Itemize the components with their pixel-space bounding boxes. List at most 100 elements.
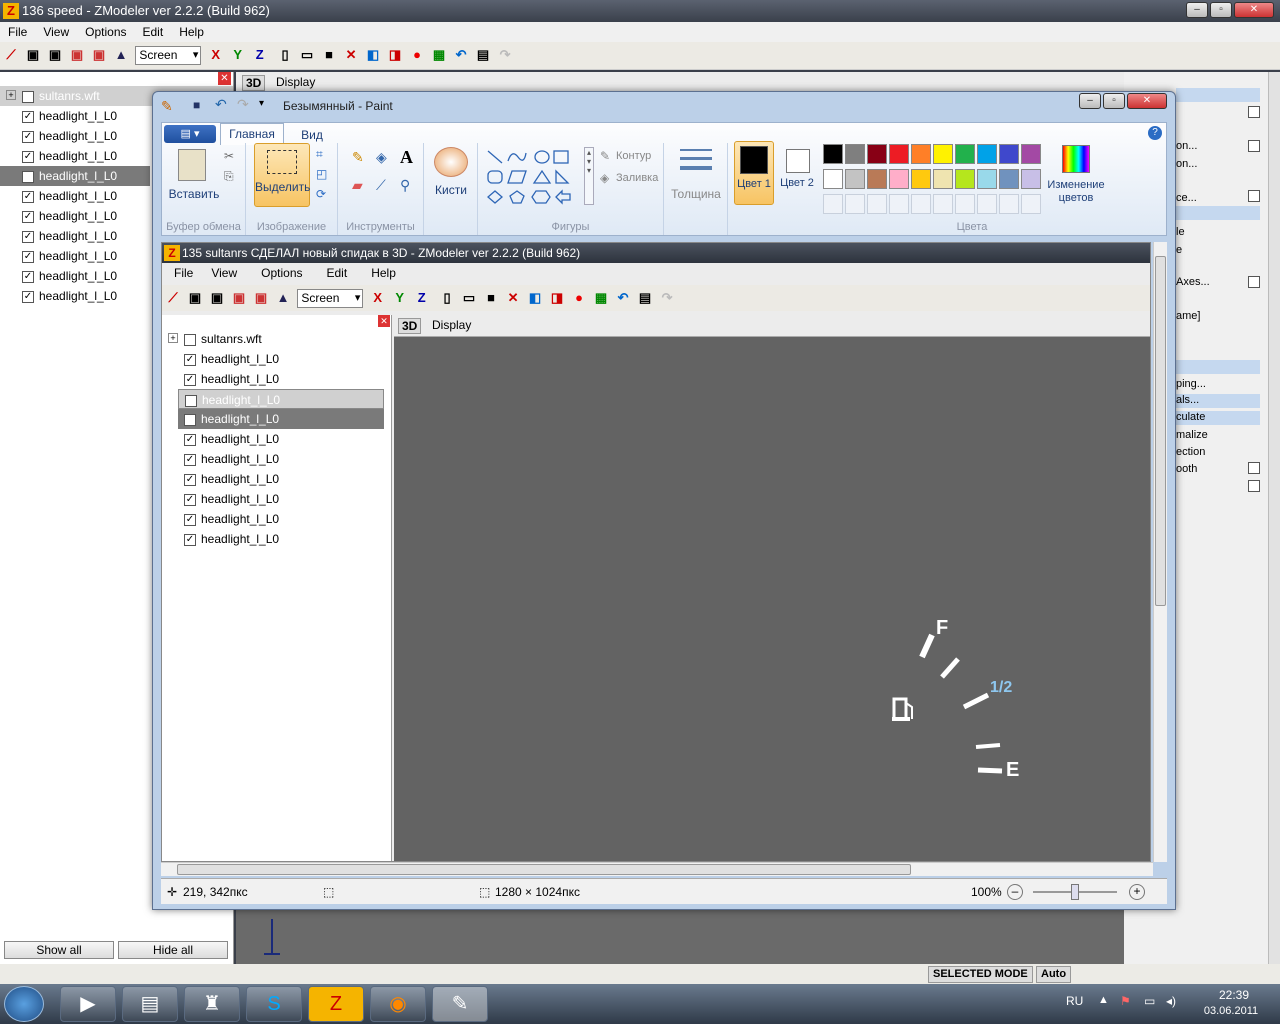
close-panel-icon[interactable]: ✕ (378, 315, 390, 327)
select-button[interactable]: Выделить (254, 143, 310, 207)
media-player-icon[interactable]: ▶ (60, 986, 116, 1022)
color-swatch[interactable] (823, 144, 843, 164)
tree-item[interactable]: ✓ headlight_l_L0 (162, 509, 391, 529)
tree-item-selected[interactable]: ✓ headlight_l_L0 (178, 409, 384, 429)
color-swatch[interactable] (845, 194, 865, 214)
checkbox[interactable] (1248, 190, 1260, 202)
inner-screen-select[interactable]: Screen (297, 289, 364, 308)
color-swatch[interactable] (889, 144, 909, 164)
resize-icon[interactable]: ◰ (316, 167, 327, 181)
tab-home[interactable]: Главная (220, 123, 284, 145)
color1-button[interactable]: Цвет 1 (734, 141, 774, 205)
cut-icon[interactable]: ✂ (224, 149, 234, 163)
start-button[interactable] (4, 986, 44, 1022)
skype-icon[interactable]: S (246, 986, 302, 1022)
checkbox[interactable]: ✓ (184, 493, 196, 506)
shapes-gallery-icon[interactable] (484, 147, 580, 209)
checkbox[interactable]: ✓ (184, 453, 196, 466)
render-icon[interactable]: ▦ (430, 46, 448, 64)
close-panel-icon[interactable]: ✕ (218, 72, 231, 85)
checkbox[interactable]: ✓ (22, 250, 34, 263)
clock-time[interactable]: 22:39 (1206, 988, 1262, 1002)
cube-icon[interactable]: ▣ (46, 46, 64, 64)
volume-icon[interactable]: ◂) (1166, 994, 1176, 1008)
color-swatch[interactable] (823, 194, 843, 214)
axis-icon[interactable]: ▲ (112, 46, 130, 64)
help-icon[interactable]: ? (1148, 126, 1162, 140)
zoom-slider-thumb[interactable] (1071, 884, 1079, 900)
delete-icon[interactable]: ✕ (504, 289, 522, 307)
fill-button[interactable]: Заливка (616, 172, 658, 184)
checkbox[interactable] (184, 333, 196, 346)
checkbox[interactable]: ✓ (184, 533, 196, 546)
import-icon[interactable]: ◧ (364, 46, 382, 64)
maximize-button[interactable]: ▫ (1210, 2, 1232, 18)
close-button[interactable]: ✕ (1234, 2, 1274, 18)
menu-file[interactable]: File (0, 25, 35, 39)
new-file-icon[interactable]: ▯ (438, 289, 456, 307)
open-folder-icon[interactable]: ▭ (298, 46, 316, 64)
redo-icon[interactable]: ↷ (658, 289, 676, 307)
checkbox[interactable]: ✓ (184, 413, 196, 426)
show-all-button[interactable]: Show all (4, 941, 114, 959)
color-swatch[interactable] (977, 169, 997, 189)
color-swatch[interactable] (999, 194, 1019, 214)
select-tool-icon[interactable]: ⟋ (164, 289, 182, 307)
checkbox[interactable]: ✓ (184, 353, 196, 366)
cube-icon[interactable]: ▣ (208, 289, 226, 307)
clock-date[interactable]: 03.06.2011 (1196, 1005, 1266, 1017)
cube-icon[interactable]: ▣ (186, 289, 204, 307)
tree-item[interactable]: ✓ headlight_l_L0 (162, 529, 391, 549)
checkbox[interactable]: ✓ (184, 473, 196, 486)
color-swatch[interactable] (911, 169, 931, 189)
color2-button[interactable]: Цвет 2 (778, 141, 818, 205)
tree-root[interactable]: + sultanrs.wft (162, 329, 391, 349)
color-picker-icon[interactable]: ⟋ (376, 177, 386, 194)
eraser-icon[interactable]: ▰ (352, 177, 363, 194)
select-tool-icon[interactable]: ⟋ (2, 46, 20, 64)
color-swatch[interactable] (867, 144, 887, 164)
edit-colors-icon[interactable] (1062, 145, 1090, 173)
color-swatch[interactable] (823, 169, 843, 189)
fill-bucket-icon[interactable]: ◈ (376, 149, 387, 166)
import-icon[interactable]: ◧ (526, 289, 544, 307)
paint-canvas[interactable]: Z 135 sultanrs СДЕЛАЛ новый спидак в 3D … (161, 242, 1151, 862)
render-icon[interactable]: ▦ (592, 289, 610, 307)
tree-item[interactable]: ✓ headlight_l_L0 (162, 469, 391, 489)
tree-item-selected[interactable]: ✓ headlight_l_L0 (0, 166, 150, 186)
checkbox[interactable] (1248, 462, 1260, 474)
notes-icon[interactable]: ▤ (636, 289, 654, 307)
rotate-icon[interactable]: ⟳ (316, 187, 326, 201)
undo-icon[interactable]: ↶ (614, 289, 632, 307)
delete-icon[interactable]: ✕ (342, 46, 360, 64)
pencil-icon[interactable]: ✎ (352, 149, 364, 166)
paint-close-button[interactable]: ✕ (1127, 93, 1167, 109)
paint-task-icon[interactable]: ✎ (432, 986, 488, 1022)
checkbox[interactable] (1248, 480, 1260, 492)
tree-item[interactable]: ✓ headlight_l_L0 (162, 429, 391, 449)
color-swatch[interactable] (845, 144, 865, 164)
app-icon[interactable]: ♜ (184, 986, 240, 1022)
checkbox[interactable]: ✓ (22, 130, 34, 143)
export-icon[interactable]: ◨ (548, 289, 566, 307)
view-display-label[interactable]: Display (276, 75, 315, 89)
color-swatch[interactable] (1021, 144, 1041, 164)
checkbox[interactable]: ✓ (22, 290, 34, 303)
cube-icon[interactable]: ▣ (230, 289, 248, 307)
color-swatch[interactable] (977, 194, 997, 214)
color-swatch[interactable] (911, 144, 931, 164)
magnifier-icon[interactable]: ⚲ (400, 177, 410, 194)
paste-button[interactable]: Вставить (166, 187, 222, 201)
tree-item[interactable]: ✓ headlight_l_L0 (162, 449, 391, 469)
inner-menu-options[interactable]: Options (249, 266, 314, 280)
minimize-button[interactable]: – (1186, 2, 1208, 18)
color-swatch[interactable] (867, 194, 887, 214)
checkbox[interactable]: ✓ (22, 170, 34, 183)
zmodeler-task-icon[interactable]: Z (308, 986, 364, 1022)
tree-item[interactable]: ✓ headlight_l_L0 (162, 369, 391, 389)
inner-view-tab-3d[interactable]: 3D (398, 318, 422, 334)
menu-help[interactable]: Help (171, 25, 212, 39)
color-swatch[interactable] (889, 194, 909, 214)
inner-viewport[interactable]: 3D Display F 1/2 E (394, 315, 1150, 861)
cube-icon[interactable]: ▣ (90, 46, 108, 64)
